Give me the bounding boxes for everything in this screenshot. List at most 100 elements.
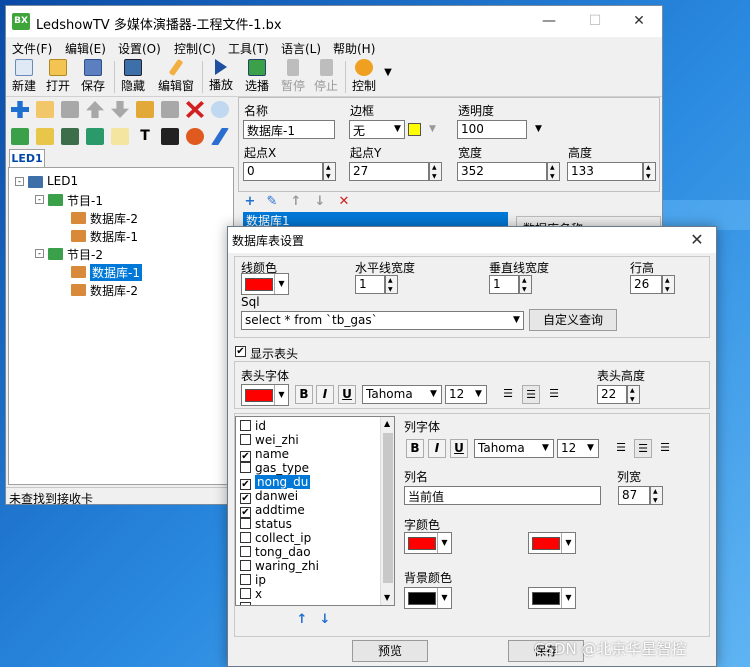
chevron-down-icon[interactable]: ▼ — [471, 385, 486, 404]
tab-led1[interactable]: LED1 — [9, 149, 45, 168]
bold-button[interactable]: B — [295, 385, 313, 404]
minimize-icon[interactable]: — — [526, 6, 572, 37]
line-color-picker[interactable]: ▼ — [241, 273, 289, 295]
row-height-spinner[interactable] — [662, 275, 675, 294]
scroll-up-icon[interactable]: ▲ — [384, 419, 390, 428]
clock-digital-icon[interactable] — [161, 128, 179, 145]
hide-button[interactable]: 隐藏 — [115, 59, 151, 95]
bring-front-icon[interactable] — [136, 101, 154, 118]
align-right-icon[interactable]: ☰ — [656, 439, 674, 458]
align-left-icon[interactable]: ☰ — [612, 439, 630, 458]
width-field[interactable]: 352 — [457, 162, 547, 181]
select-play-button[interactable]: 选播 — [239, 59, 275, 95]
border-color-swatch[interactable] — [408, 123, 421, 136]
show-header-checkbox[interactable]: ✔ — [235, 346, 246, 357]
column-checkbox[interactable] — [240, 532, 251, 543]
align-left-icon[interactable]: ☰ — [499, 385, 517, 404]
header-color-picker[interactable]: ▼ — [241, 384, 289, 406]
y-field[interactable]: 27 — [349, 162, 429, 181]
chevron-down-icon[interactable]: ▼ — [509, 311, 524, 330]
chevron-down-icon[interactable]: ▼ — [425, 120, 440, 139]
program-icon[interactable] — [11, 128, 29, 145]
column-checkbox[interactable] — [240, 518, 251, 529]
play-button[interactable]: 播放 — [203, 59, 239, 95]
menu-settings[interactable]: 设置(O) — [118, 40, 161, 57]
list-item[interactable]: x — [240, 587, 262, 601]
column-width-spinner[interactable] — [650, 486, 663, 505]
vline-width-field[interactable]: 1 — [489, 275, 519, 294]
x-spinner[interactable] — [323, 162, 336, 181]
column-checkbox[interactable] — [240, 588, 251, 599]
name-field[interactable]: 数据库-1 — [243, 120, 335, 139]
header-height-spinner[interactable] — [627, 385, 640, 404]
text-icon[interactable]: T — [136, 128, 154, 145]
italic-button[interactable]: I — [428, 439, 446, 458]
chevron-down-icon[interactable]: ▼ — [583, 439, 598, 458]
window-icon[interactable] — [36, 128, 54, 145]
column-checkbox[interactable] — [240, 462, 251, 473]
align-right-icon[interactable]: ☰ — [545, 385, 563, 404]
preview-button[interactable]: 预览 — [352, 640, 428, 662]
up-arrow-icon[interactable]: ↑ — [288, 194, 304, 210]
sql-input[interactable]: select * from `tb_gas` — [241, 311, 524, 330]
close-icon[interactable]: ✕ — [682, 227, 712, 253]
paste-icon[interactable] — [36, 101, 54, 118]
x-field[interactable]: 0 — [243, 162, 323, 181]
align-center-icon[interactable]: ☰ — [634, 439, 652, 458]
collapse-icon[interactable]: - — [15, 177, 24, 186]
italic-button[interactable]: I — [316, 385, 334, 404]
move-up-icon[interactable]: ↑ — [294, 612, 310, 628]
new-button[interactable]: 新建 — [6, 59, 42, 95]
tree-node-database[interactable]: 数据库-2 — [71, 282, 138, 298]
scroll-down-icon[interactable]: ▼ — [384, 593, 390, 602]
height-field[interactable]: 133 — [567, 162, 643, 181]
send-back-icon[interactable] — [161, 101, 179, 118]
bg-color-picker[interactable]: ▼ — [404, 587, 452, 609]
collapse-icon[interactable]: - — [35, 195, 44, 204]
document-icon[interactable] — [111, 128, 129, 145]
custom-query-button[interactable]: 自定义查询 — [529, 309, 617, 331]
copy-icon[interactable] — [61, 101, 79, 118]
vline-width-spinner[interactable] — [519, 275, 532, 294]
column-checkbox[interactable] — [240, 560, 251, 571]
list-item[interactable]: status — [240, 517, 292, 531]
collapse-icon[interactable]: - — [35, 249, 44, 258]
delete-icon[interactable]: ✕ — [336, 194, 352, 210]
up-arrow-icon[interactable] — [86, 101, 104, 118]
scroll-thumb[interactable] — [383, 433, 393, 583]
list-item[interactable]: gas_type — [240, 461, 309, 475]
list-item[interactable]: ✔ addtime — [240, 503, 305, 518]
tree-node-database[interactable]: 数据库-2 — [71, 210, 138, 226]
add-icon[interactable] — [11, 101, 29, 118]
tree-node-database-selected[interactable]: 数据库-1 — [71, 264, 142, 281]
list-item[interactable]: y — [240, 601, 262, 605]
width-spinner[interactable] — [547, 162, 560, 181]
zoom-icon[interactable] — [211, 101, 229, 118]
list-item[interactable]: collect_ip — [240, 531, 311, 545]
list-item[interactable]: id — [240, 419, 266, 433]
menu-tools[interactable]: 工具(T) — [228, 40, 269, 57]
chevron-down-icon[interactable]: ▼ — [426, 385, 441, 404]
delete-icon[interactable] — [186, 101, 204, 118]
hline-width-spinner[interactable] — [385, 275, 398, 294]
list-item[interactable]: ip — [240, 573, 266, 587]
down-arrow-icon[interactable] — [111, 101, 129, 118]
list-item[interactable]: ✔ name — [240, 447, 289, 462]
column-checkbox[interactable] — [240, 602, 251, 605]
menu-edit[interactable]: 编辑(E) — [65, 40, 106, 57]
menu-control[interactable]: 控制(C) — [174, 40, 216, 57]
menu-file[interactable]: 文件(F) — [12, 40, 52, 57]
chevron-down-icon[interactable]: ▼ — [538, 439, 553, 458]
column-checkbox[interactable] — [240, 546, 251, 557]
control-button[interactable]: 控制 — [346, 59, 382, 95]
edit-icon[interactable]: ✎ — [264, 194, 280, 210]
column-list-scrollbar[interactable]: ▲ ▼ — [380, 417, 394, 605]
open-button[interactable]: 打开 — [40, 59, 76, 95]
image-icon[interactable] — [86, 128, 104, 145]
y-spinner[interactable] — [429, 162, 442, 181]
bold-button[interactable]: B — [406, 439, 424, 458]
underline-button[interactable]: U — [338, 385, 356, 404]
column-name-field[interactable]: 当前值 — [404, 486, 601, 505]
tree-node-led[interactable]: - LED1 — [15, 174, 78, 188]
column-checkbox[interactable] — [240, 574, 251, 585]
